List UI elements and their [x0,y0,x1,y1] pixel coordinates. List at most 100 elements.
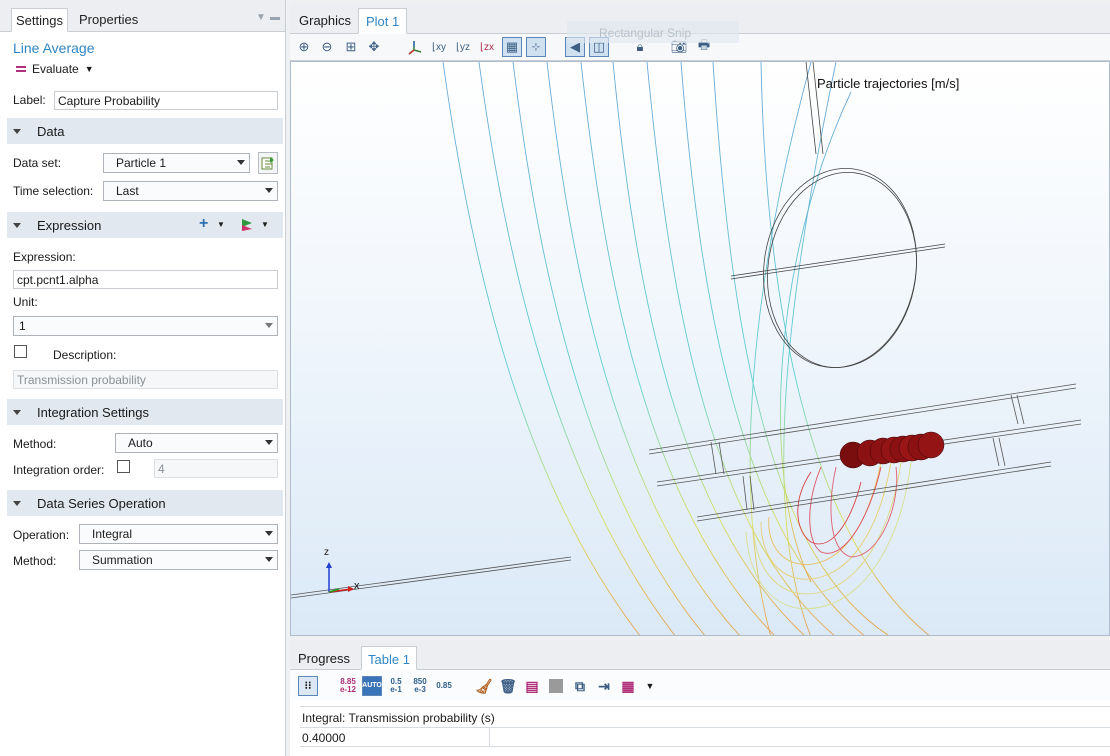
label-input[interactable]: Capture Probability [54,91,278,110]
chevron-down-icon [265,531,273,536]
format-scientific-button[interactable]: 0.5 e-1 [386,676,406,696]
particle-cluster [839,431,945,469]
data-set-value: Particle 1 [116,156,167,170]
plate-electrodes [291,383,1082,599]
tab-properties[interactable]: Properties [75,8,142,32]
zoom-box-icon[interactable]: ⊞ [341,37,361,57]
evaluate-label: Evaluate [32,62,79,76]
tab-settings[interactable]: Settings [11,8,68,32]
section-data[interactable]: Data [7,118,283,144]
section-title: Data [37,123,65,139]
expression-input[interactable]: cpt.pcnt1.alpha [13,270,278,289]
xy-view-icon[interactable]: ⌊xy [429,37,449,57]
copy-table-icon[interactable]: ⧉ [570,676,590,696]
settings-tabbar: Settings Properties ▼ ▬ [0,0,285,32]
unit-value: 1 [19,319,26,333]
section-title: Expression [37,217,102,233]
integration-order-input[interactable]: 4 [154,459,278,478]
trapped-trajectories [745,461,912,610]
integration-method-value: Auto [128,436,153,450]
section-expression[interactable]: Expression + ▼ ▼ [7,212,283,238]
grid-icon[interactable]: ▦ [502,37,522,57]
unit-select[interactable]: 1 [13,316,278,336]
format-auto-button[interactable]: AUTO [362,676,382,696]
ring-electrode [730,62,946,368]
chevron-down-icon[interactable]: ▼ [640,676,660,696]
x-axis-label: x [354,580,360,592]
series-method-value: Summation [92,553,153,567]
default-view-icon[interactable] [405,37,425,57]
label-field-label: Label: [13,93,46,107]
chevron-down-icon[interactable]: ▼ [217,220,225,229]
axis-orientation-icon[interactable]: ⊹ [526,37,546,57]
replace-expression-icon[interactable] [241,218,253,235]
table-cell[interactable]: 0.40000 [300,728,490,746]
format-milli-button[interactable]: 850 e-3 [410,676,430,696]
integration-order-checkbox[interactable] [117,460,130,473]
integration-method-label: Method: [13,437,57,451]
export-icon[interactable]: ⇥ [594,676,614,696]
operation-select[interactable]: Integral [79,524,278,544]
operation-value: Integral [92,527,133,541]
clear-table-icon[interactable]: 🧹︎ [474,676,494,696]
chevron-down-icon [265,323,273,328]
zoom-out-icon[interactable]: ⊖ [317,37,337,57]
format-decimal-button[interactable]: 0.85 [434,676,454,696]
operation-label: Operation: [13,528,70,542]
expression-label: Expression: [13,250,76,264]
delete-icon[interactable]: 🗑︎ [498,676,518,696]
results-toolbar: ⁝⁝ 8.85 e-12 AUTO 0.5 e-1 850 e-3 0.85 🧹︎ 🗑… [290,670,1110,700]
chevron-down-icon [265,188,273,193]
chevron-down-icon: ▼ [84,64,94,74]
series-method-label: Method: [13,554,57,568]
format-engineering-button[interactable]: 8.85 e-12 [338,676,358,696]
axis-triad [326,562,354,593]
data-set-select[interactable]: Particle 1 [103,153,250,173]
table-column-header[interactable]: Integral: Transmission probability (s) [300,707,1110,728]
time-selection-label: Time selection: [13,184,94,198]
zoom-in-icon[interactable]: ⊕ [294,37,314,57]
yz-view-icon[interactable]: ⌊yz [453,37,473,57]
tab-graphics[interactable]: Graphics [292,8,358,34]
section-collapse-icon [13,409,21,415]
section-collapse-icon [13,222,21,228]
description-checkbox[interactable] [14,345,27,358]
evaluate-button[interactable]: Evaluate ▼ [16,62,94,76]
evaluate-icon [16,66,26,72]
go-to-source-icon [261,157,274,170]
table-settings-icon[interactable]: ⁝⁝ [298,676,318,696]
particle-trajectory-scene [291,62,1082,635]
description-input[interactable]: Transmission probability [13,370,278,389]
section-title: Integration Settings [37,404,150,420]
tab-table-1[interactable]: Table 1 [361,646,417,670]
series-method-select[interactable]: Summation [79,550,278,570]
chevron-down-icon[interactable]: ▼ [261,220,269,229]
node-title: Line Average [13,40,95,56]
stop-icon[interactable] [546,676,566,696]
settings-panel: Settings Properties ▼ ▬ Line Average Eva… [0,0,286,756]
section-title: Data Series Operation [37,495,166,511]
table-grid-icon[interactable]: ▤ [522,676,542,696]
zoom-extents-icon[interactable]: ✥ [364,37,384,57]
section-integration-settings[interactable]: Integration Settings [7,399,283,425]
add-expression-icon[interactable]: + [199,215,208,233]
graphics-window: Graphics Plot 1 ⊕ ⊖ ⊞ ✥ ⌊xy ⌊yz ⌊zx ▦ ⊹ … [290,4,1110,636]
time-selection-value: Last [116,184,139,198]
tab-progress[interactable]: Progress [292,646,356,670]
time-selection-select[interactable]: Last [103,181,278,201]
tab-plot-1[interactable]: Plot 1 [358,8,408,34]
results-table: Integral: Transmission probability (s) 0… [300,706,1110,747]
chevron-down-icon [265,557,273,562]
graphics-canvas[interactable]: Particle trajectories [m/s] z x [290,61,1110,636]
results-window: Progress Table 1 ⁝⁝ 8.85 e-12 AUTO 0.5 e-1… [290,640,1110,756]
panel-menu-icon[interactable]: ▼ [256,12,266,23]
table-row[interactable]: 0.40000 [300,728,1110,747]
integration-method-select[interactable]: Auto [115,433,278,453]
panel-minimize-icon[interactable]: ▬ [270,12,280,23]
section-data-series-operation[interactable]: Data Series Operation [7,490,283,516]
zx-view-icon[interactable]: ⌊zx [477,37,497,57]
integration-order-label: Integration order: [13,463,105,477]
table-plot-icon[interactable]: ▦ [618,676,638,696]
rectangular-snip-overlay: Rectangular Snip [567,21,739,43]
go-to-source-button[interactable] [258,152,278,174]
